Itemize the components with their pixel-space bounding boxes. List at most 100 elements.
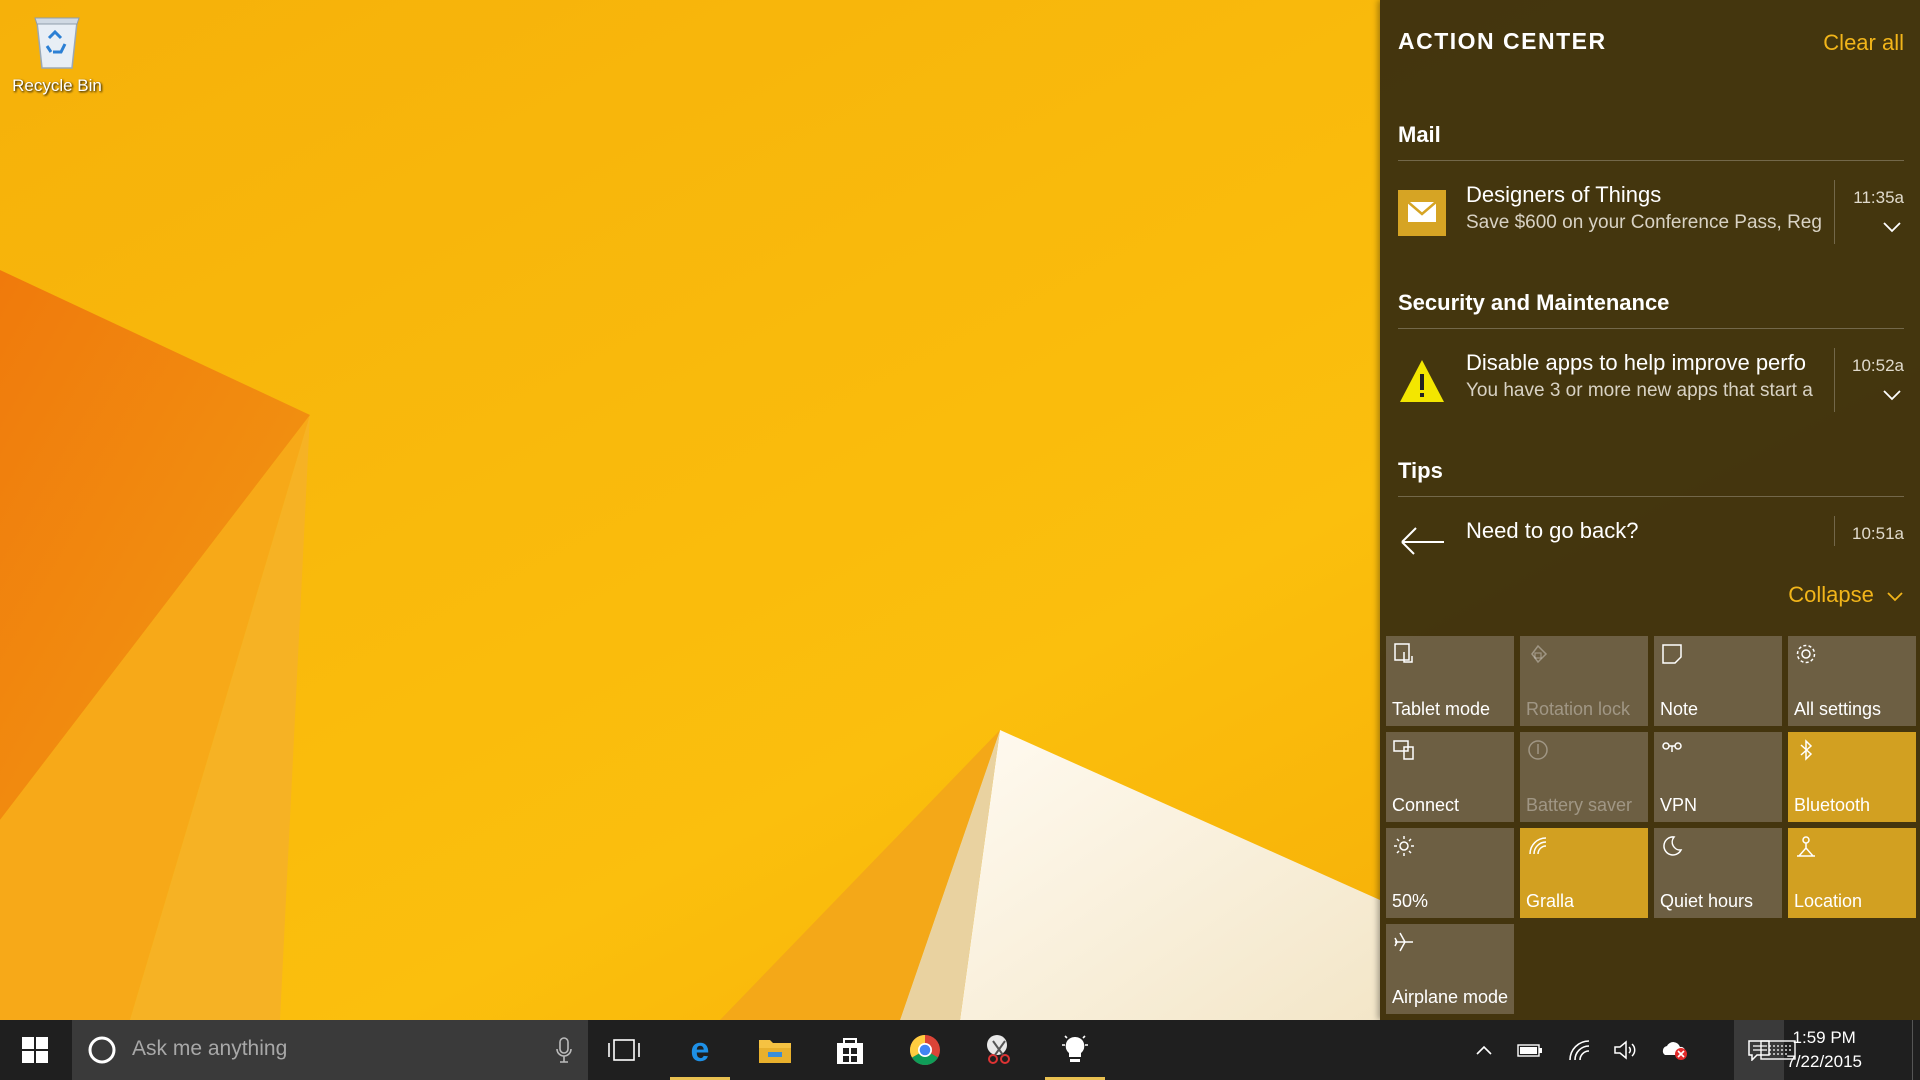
- tile-connect[interactable]: Connect: [1386, 732, 1514, 822]
- tile-bluetooth[interactable]: Bluetooth: [1788, 732, 1916, 822]
- section-header-tips: Tips: [1398, 458, 1443, 483]
- vpn-icon: [1662, 742, 1682, 752]
- search-placeholder: Ask me anything: [132, 1037, 288, 1060]
- tile-airplane-mode[interactable]: Airplane mode: [1386, 924, 1514, 1014]
- notification-separator: [1834, 516, 1835, 546]
- task-view-icon: [608, 1039, 640, 1061]
- cloud-error-icon: [1662, 1042, 1687, 1060]
- notification-mail[interactable]: Designers of Things Save $600 on your Co…: [1398, 180, 1904, 260]
- battery-saver-icon: [1528, 740, 1548, 760]
- tile-location[interactable]: Location: [1788, 828, 1916, 918]
- airplane-icon: [1394, 932, 1413, 952]
- tile-brightness[interactable]: 50%: [1386, 828, 1514, 918]
- cortana-search-box[interactable]: Ask me anything: [72, 1020, 588, 1080]
- notification-separator: [1834, 348, 1835, 412]
- notification-separator: [1834, 180, 1835, 244]
- notification-time: 11:35a: [1853, 188, 1904, 207]
- lightbulb-icon: [1062, 1035, 1088, 1062]
- expand-chevron-icon[interactable]: [1882, 220, 1902, 234]
- tile-vpn[interactable]: VPN: [1654, 732, 1782, 822]
- location-icon: [1797, 836, 1815, 857]
- start-button[interactable]: [0, 1020, 70, 1080]
- moon-icon: [1663, 836, 1683, 856]
- task-view-button[interactable]: [594, 1020, 654, 1080]
- desktop-icon-label: Recycle Bin: [12, 76, 102, 95]
- tile-label: Location: [1794, 891, 1863, 911]
- clock-time: 1:59 PM: [1792, 1028, 1856, 1047]
- notification-body: You have 3 or more new apps that start a: [1466, 380, 1813, 401]
- chevron-down-icon: [1887, 592, 1903, 602]
- brightness-icon: [1394, 836, 1414, 856]
- notification-title: Designers of Things: [1466, 182, 1662, 207]
- edge-icon: e: [691, 1034, 710, 1066]
- tile-note[interactable]: Note: [1654, 636, 1782, 726]
- taskbar-edge[interactable]: e: [670, 1020, 730, 1080]
- tile-label: Gralla: [1526, 891, 1575, 911]
- collapse-button[interactable]: Collapse: [1788, 582, 1904, 608]
- tray-onedrive-error[interactable]: [1658, 1020, 1690, 1080]
- chrome-icon: [909, 1035, 940, 1066]
- section-divider: [1398, 496, 1904, 497]
- taskbar-snipping-tool[interactable]: [970, 1020, 1030, 1080]
- notification-security[interactable]: Disable apps to help improve perfo You h…: [1398, 348, 1904, 428]
- tile-label: Bluetooth: [1794, 795, 1871, 815]
- expand-chevron-icon[interactable]: [1882, 388, 1902, 402]
- action-center-panel: ACTION CENTER Clear all Mail Designers o…: [1380, 0, 1920, 1020]
- taskbar-store[interactable]: [820, 1020, 880, 1080]
- tile-label: All settings: [1794, 699, 1882, 719]
- folder-icon: [759, 1040, 791, 1063]
- microphone-icon[interactable]: [556, 1037, 572, 1063]
- notification-time: 10:52a: [1852, 356, 1904, 375]
- wifi-icon: [1529, 837, 1547, 855]
- tile-battery-saver[interactable]: Battery saver: [1520, 732, 1648, 822]
- tile-label: Tablet mode: [1392, 699, 1491, 719]
- show-desktop-button[interactable]: [1912, 1020, 1920, 1080]
- collapse-label: Collapse: [1788, 582, 1874, 607]
- connect-icon: [1393, 740, 1414, 760]
- tile-label: Quiet hours: [1660, 891, 1754, 911]
- section-divider: [1398, 328, 1904, 329]
- tile-all-settings[interactable]: All settings: [1788, 636, 1916, 726]
- tile-label: Battery saver: [1526, 795, 1633, 815]
- tile-quiet-hours[interactable]: Quiet hours: [1654, 828, 1782, 918]
- scissors-icon: [987, 1035, 1010, 1064]
- tray-volume[interactable]: [1610, 1020, 1642, 1080]
- mail-icon: [1398, 188, 1448, 238]
- rotation-lock-icon: [1531, 644, 1548, 664]
- speaker-icon: [1614, 1040, 1636, 1060]
- wifi-icon: [1569, 1040, 1590, 1061]
- system-clock[interactable]: 1:59 PM 7/22/2015: [1786, 1026, 1862, 1074]
- notification-title: Disable apps to help improve perfo: [1466, 350, 1806, 375]
- tray-network[interactable]: [1564, 1020, 1596, 1080]
- taskbar-chrome[interactable]: [895, 1020, 955, 1080]
- store-icon: [837, 1038, 863, 1064]
- svg-text:e: e: [691, 1034, 710, 1066]
- section-divider: [1398, 160, 1904, 161]
- taskbar-tips[interactable]: [1045, 1020, 1105, 1080]
- chevron-up-icon: [1476, 1045, 1492, 1055]
- tile-label: VPN: [1660, 795, 1698, 815]
- tile-wifi[interactable]: Gralla: [1520, 828, 1648, 918]
- notification-body: Save $600 on your Conference Pass, Regi: [1466, 212, 1821, 233]
- section-header-security: Security and Maintenance: [1398, 290, 1670, 315]
- notification-time: 10:51a: [1852, 524, 1904, 543]
- tray-battery[interactable]: [1514, 1020, 1546, 1080]
- clear-all-button[interactable]: Clear all: [1823, 30, 1904, 56]
- taskbar-file-explorer[interactable]: [745, 1020, 805, 1080]
- back-arrow-icon: [1398, 520, 1448, 570]
- tile-label: Note: [1660, 699, 1699, 719]
- tile-tablet-mode[interactable]: Tablet mode: [1386, 636, 1514, 726]
- clock-date: 7/22/2015: [1786, 1052, 1862, 1071]
- tile-rotation-lock[interactable]: Rotation lock: [1520, 636, 1648, 726]
- bluetooth-icon: [1800, 739, 1813, 761]
- notification-tips[interactable]: Need to go back? 10:51a: [1398, 516, 1904, 556]
- recycle-bin-icon: [27, 10, 87, 72]
- tile-label: Airplane mode: [1392, 987, 1509, 1007]
- show-hidden-icons-button[interactable]: [1468, 1020, 1500, 1080]
- tile-label: Connect: [1392, 795, 1460, 815]
- desktop-icon-recycle-bin[interactable]: Recycle Bin: [10, 10, 104, 96]
- windows-logo-icon: [22, 1037, 48, 1063]
- cortana-icon: [88, 1036, 116, 1064]
- tile-label: 50%: [1392, 891, 1429, 911]
- section-header-mail: Mail: [1398, 122, 1441, 147]
